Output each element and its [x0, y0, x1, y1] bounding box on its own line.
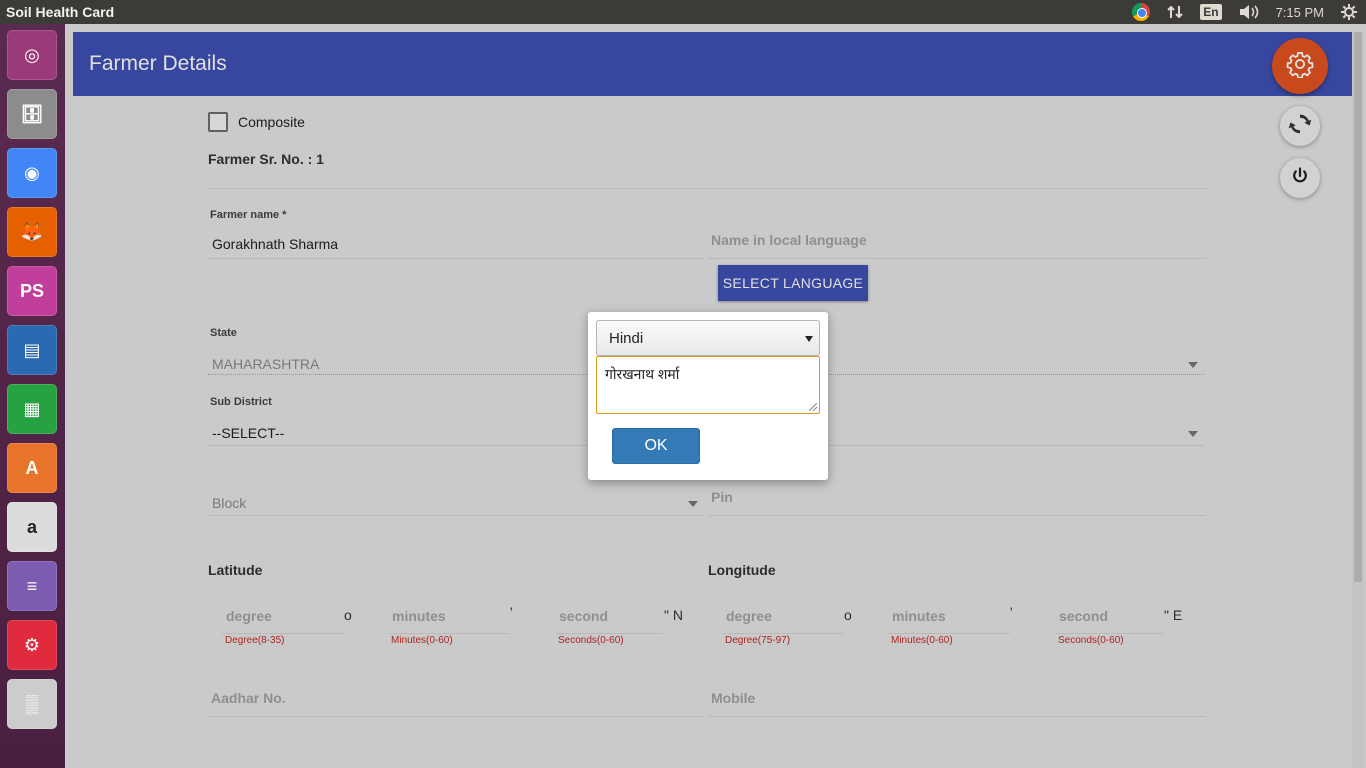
clock[interactable]: 7:15 PM [1268, 0, 1332, 24]
chrome-tray-icon[interactable] [1124, 0, 1158, 24]
unity-launcher: ◎ 🗄 ◉ 🦊 PS ▤ ▦ Aa ≡ ⚙ ▒ [0, 24, 65, 768]
launcher-firefox-icon[interactable]: 🦊 [7, 207, 57, 257]
launcher-screenshot-tool-icon[interactable]: ⚙ [7, 620, 57, 670]
launcher-software-center-icon[interactable]: A [7, 443, 57, 493]
launcher-stacked-apps-icon[interactable]: ≡ [7, 561, 57, 611]
language-select-value: Hindi [609, 329, 644, 347]
session-gear-icon[interactable] [1332, 0, 1366, 24]
translated-name-text: गोरखनाथ शर्मा [605, 366, 680, 382]
system-tray: En 7:15 PM [1124, 0, 1366, 24]
window-title: Soil Health Card [6, 4, 115, 20]
keyboard-language-indicator[interactable]: En [1192, 0, 1229, 24]
dropdown-arrow-icon [805, 336, 813, 342]
launcher-misc-app-icon[interactable]: ▒ [7, 679, 57, 729]
launcher-files-icon[interactable]: 🗄 [7, 89, 57, 139]
language-dialog: Hindi गोरखनाथ शर्मा OK [588, 312, 828, 480]
launcher-phpstorm-icon[interactable]: PS [7, 266, 57, 316]
language-select[interactable]: Hindi [596, 320, 820, 356]
ok-button[interactable]: OK [612, 428, 700, 464]
launcher-libreoffice-calc-icon[interactable]: ▦ [7, 384, 57, 434]
launcher-amazon-icon[interactable]: a [7, 502, 57, 552]
translated-name-textarea[interactable]: गोरखनाथ शर्मा [596, 356, 820, 414]
network-icon[interactable] [1158, 0, 1192, 24]
launcher-libreoffice-impress-icon[interactable]: ▤ [7, 325, 57, 375]
launcher-ubuntu-dash-icon[interactable]: ◎ [7, 30, 57, 80]
resize-grip-icon[interactable] [809, 403, 817, 411]
system-top-panel: Soil Health Card En 7:15 PM [0, 0, 1366, 24]
launcher-chrome-icon[interactable]: ◉ [7, 148, 57, 198]
volume-icon[interactable] [1230, 0, 1268, 24]
